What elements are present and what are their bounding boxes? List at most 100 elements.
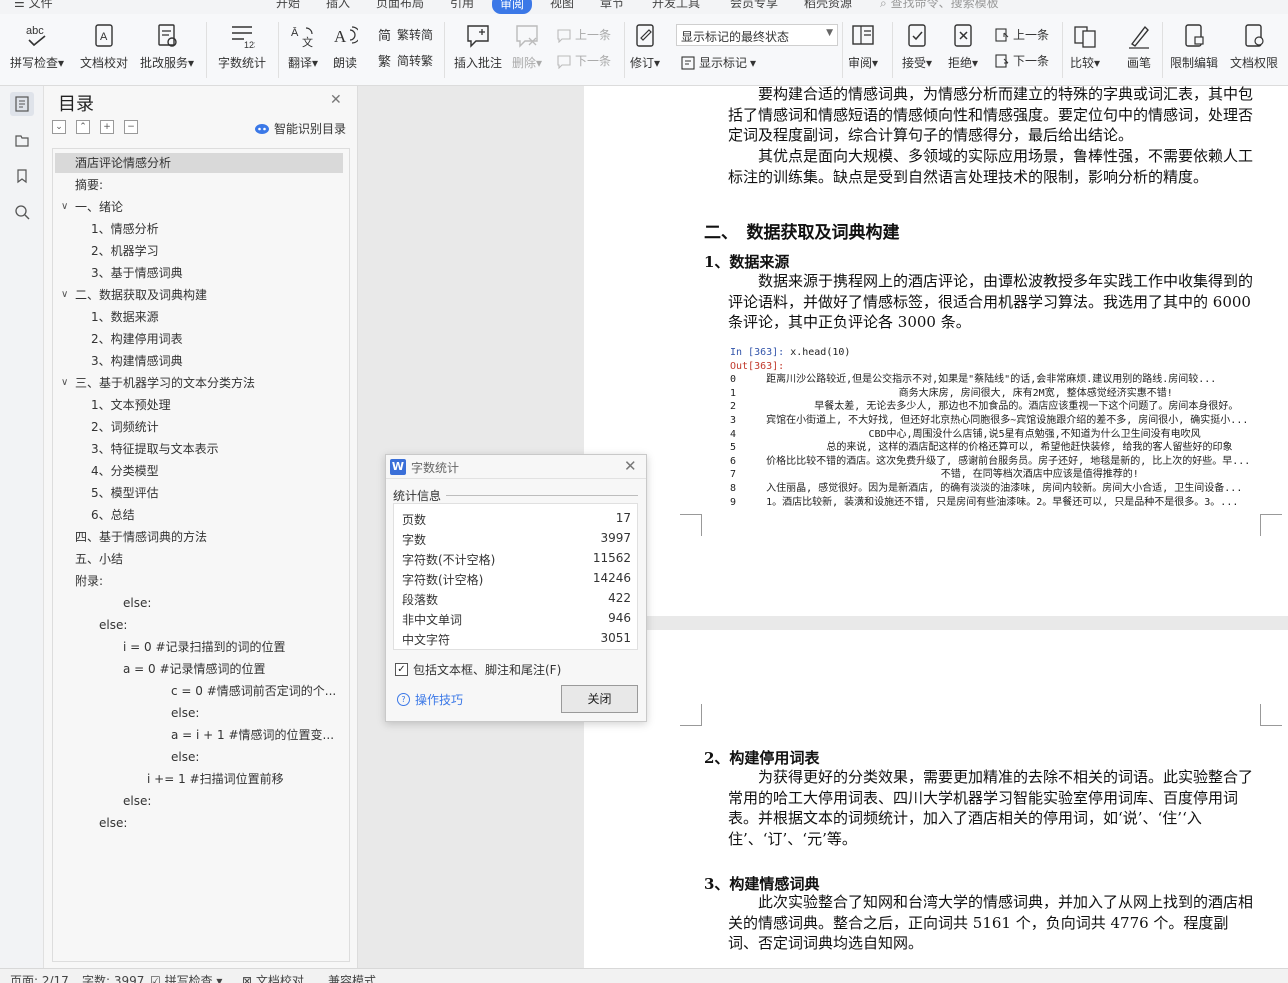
chevron-down-icon[interactable]: ∨ — [61, 373, 68, 393]
toc-item[interactable]: 酒店评论情感分析 — [55, 153, 343, 173]
toc-item[interactable]: c = 0 #情感词前否定词的个... — [171, 681, 339, 701]
read-aloud-button[interactable]: A 朗读 — [332, 22, 358, 71]
tab-view[interactable]: 视图 — [550, 0, 574, 11]
ribbon-separator — [624, 22, 625, 78]
trad-to-simp-button[interactable]: 简 繁转简 — [378, 26, 433, 43]
add-heading-icon[interactable]: + — [100, 120, 114, 134]
toc-item[interactable]: 附录: — [75, 571, 339, 591]
remove-heading-icon[interactable]: − — [124, 120, 138, 134]
tab-layout[interactable]: 页面布局 — [376, 0, 424, 11]
next-change-button[interactable]: 下一条 — [994, 52, 1049, 69]
simp-to-trad-button[interactable]: 繁 简转繁 — [378, 52, 433, 69]
tab-docer[interactable]: 稻壳资源 — [804, 0, 852, 11]
toc-item[interactable]: 4、分类模型 — [91, 461, 339, 481]
toc-item[interactable]: 6、总结 — [91, 505, 339, 525]
toc-item[interactable]: ∨ 一、绪论 — [61, 197, 339, 217]
toc-item[interactable]: a = i + 1 #情感词的位置变... — [171, 725, 339, 745]
toc-item[interactable]: else: — [171, 747, 339, 767]
next-comment-button[interactable]: 下一条 — [556, 52, 611, 69]
review-service-button[interactable]: 批改服务▾ — [140, 22, 194, 71]
toc-item[interactable]: 2、构建停用词表 — [91, 329, 339, 349]
find-button[interactable] — [10, 200, 34, 224]
toc-item[interactable]: else: — [99, 615, 339, 635]
compare-button[interactable]: 比较▾ — [1070, 22, 1100, 71]
toc-item-label: 三、基于机器学习的文本分类方法 — [75, 376, 256, 390]
toc-item[interactable]: 3、构建情感词典 — [91, 351, 339, 371]
accept-button[interactable]: 接受▾ — [902, 22, 932, 71]
word-count-indicator[interactable]: 字数: 3997 — [82, 972, 144, 983]
search-icon: ⌕ — [880, 0, 887, 10]
toc-item[interactable]: else: — [123, 593, 339, 613]
toc-item[interactable]: else: — [99, 813, 339, 833]
toc-item[interactable]: else: — [123, 791, 339, 811]
toc-item[interactable]: 2、机器学习 — [91, 241, 339, 261]
toc-item[interactable]: i = 0 #记录扫描到的词的位置 — [123, 637, 339, 657]
word-count-dialog: W 字数统计 ✕ 统计信息 页数 17 字数 3997 字符数(不计空格) 11562 字符… — [385, 454, 647, 722]
toc-item[interactable]: else: — [171, 703, 339, 723]
reject-button[interactable]: 拒绝▾ — [948, 22, 978, 71]
toc-item[interactable]: 1、情感分析 — [91, 219, 339, 239]
toc-item[interactable]: 3、基于情感词典 — [91, 263, 339, 283]
doc-proof-button[interactable]: A 文档校对 — [80, 22, 128, 71]
smart-toc-button[interactable]: 智能识别目录 — [254, 120, 346, 137]
toc-item[interactable]: 2、词频统计 — [91, 417, 339, 437]
spell-check-button[interactable]: abc 拼写检查▾ — [10, 22, 64, 71]
include-textbox-checkbox[interactable]: ✓ 包括文本框、脚注和尾注(F) — [395, 661, 561, 678]
page-indicator[interactable]: 页面: 2/17 — [10, 972, 69, 983]
review-pane-button[interactable]: 审阅▾ — [848, 22, 878, 71]
collapse-all-icon[interactable]: ⌄ — [52, 120, 66, 134]
markup-display-select[interactable]: 显示标记的最终状态 ▼ — [676, 24, 838, 46]
insert-comment-button[interactable]: 插入批注 — [454, 22, 502, 71]
revise-button[interactable]: 修订▾ — [630, 22, 660, 71]
translate-icon: Ā文 — [291, 27, 313, 49]
tab-member[interactable]: 会员专享 — [730, 0, 778, 11]
toc-item[interactable]: 3、特征提取与文本表示 — [91, 439, 339, 459]
toc-item[interactable]: ∨ 二、数据获取及词典构建 — [61, 285, 339, 305]
close-icon[interactable]: ✕ — [624, 457, 637, 475]
tips-link[interactable]: ? 操作技巧 — [397, 691, 463, 708]
delete-comment-button[interactable]: 删除▾ — [512, 22, 542, 71]
toc-item[interactable]: 摘要: — [75, 175, 339, 195]
close-button[interactable]: 关闭 — [561, 685, 638, 713]
word-count-button[interactable]: 123 字数统计 — [218, 22, 266, 71]
prev-comment-button[interactable]: 上一条 — [556, 26, 611, 43]
section-label: 统计信息 — [393, 489, 442, 503]
tab-insert[interactable]: 插入 — [326, 0, 350, 11]
show-markup-button[interactable]: 显示标记 ▾ — [680, 54, 756, 71]
review-ribbon: abc 拼写检查▾ A 文档校对 批改服务▾ 123 字数统计 Ā文 翻译▾ A… — [0, 14, 1288, 86]
wps-logo-icon: W — [390, 459, 406, 475]
restrict-edit-button[interactable]: 限制编辑 — [1170, 22, 1218, 71]
bookmark-button[interactable] — [10, 164, 34, 188]
command-search[interactable]: ⌕ 查找命令、搜索模板 — [880, 0, 999, 11]
toc-item[interactable]: 1、文本预处理 — [91, 395, 339, 415]
tab-developer[interactable]: 开发工具 — [652, 0, 700, 11]
close-icon[interactable]: ✕ — [330, 92, 342, 108]
expand-up-icon[interactable]: ⌃ — [76, 120, 90, 134]
translate-button[interactable]: Ā文 翻译▾ — [288, 22, 318, 71]
help-icon: ? — [397, 693, 410, 706]
tab-chapter[interactable]: 章节 — [600, 0, 624, 11]
toc-item[interactable]: a = 0 #记录情感词的位置 — [123, 659, 339, 679]
stats-row: 页数 17 — [394, 508, 639, 528]
spell-check-toggle[interactable]: ☑ 拼写检查 ▾ — [150, 972, 222, 983]
doc-proof-toggle[interactable]: ⊠ 文档校对 — [242, 972, 304, 983]
toc-item[interactable]: ∨ 三、基于机器学习的文本分类方法 — [61, 373, 339, 393]
nav-pane-button[interactable] — [10, 128, 34, 152]
pen-button[interactable]: 画笔 — [1126, 22, 1152, 71]
tab-review[interactable]: 审阅 — [492, 0, 533, 14]
toc-toggle-button[interactable] — [10, 92, 34, 116]
toc-item[interactable]: 1、数据来源 — [91, 307, 339, 327]
dialog-titlebar[interactable]: W 字数统计 ✕ — [386, 455, 646, 479]
toc-item[interactable]: 五、小结 — [75, 549, 339, 569]
prev-change-button[interactable]: 上一条 — [994, 26, 1049, 43]
tab-reference[interactable]: 引用 — [450, 0, 474, 11]
toc-item-label: 2、词频统计 — [91, 420, 159, 434]
file-menu[interactable]: ☰ 文件 — [14, 0, 53, 11]
chevron-down-icon[interactable]: ∨ — [61, 197, 68, 217]
chevron-down-icon[interactable]: ∨ — [61, 285, 68, 305]
toc-item[interactable]: 5、模型评估 — [91, 483, 339, 503]
tab-home[interactable]: 开始 — [276, 0, 300, 11]
toc-item[interactable]: 四、基于情感词典的方法 — [75, 527, 339, 547]
toc-item[interactable]: i += 1 #扫描词位置前移 — [147, 769, 339, 789]
doc-permission-button[interactable]: 文档权限 — [1230, 22, 1278, 71]
